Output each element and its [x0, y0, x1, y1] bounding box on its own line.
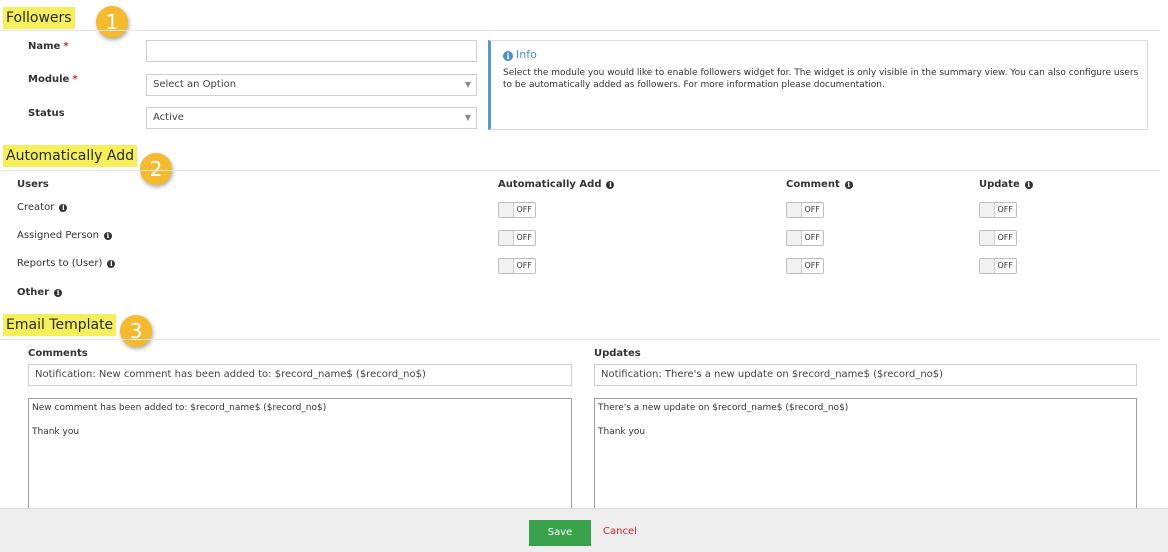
comments-body-textarea[interactable]: New comment has been added to: $record_n…: [28, 398, 572, 510]
toggle-knob: [787, 231, 802, 245]
assigned-person-row-label: Assigned Person i: [17, 230, 113, 241]
toggle-knob: [787, 203, 802, 217]
toggle-knob: [980, 231, 995, 245]
status-select[interactable]: Active ▼: [146, 107, 477, 129]
toggle-knob: [499, 259, 514, 273]
info-panel: i Info Select the module you would like t…: [488, 40, 1148, 130]
toggle-state: OFF: [804, 205, 821, 214]
updates-body-textarea[interactable]: There's a new update on $record_name$ ($…: [594, 398, 1137, 510]
updates-label: Updates: [594, 348, 641, 359]
creator-auto-toggle[interactable]: OFF: [498, 202, 536, 218]
reports-to-row-label: Reports to (User) i: [17, 258, 116, 269]
toggle-state: OFF: [804, 233, 821, 242]
info-icon: i: [59, 204, 68, 212]
comments-label: Comments: [28, 348, 88, 359]
info-icon: i: [503, 51, 513, 61]
comment-column-text: Comment: [786, 179, 840, 190]
step-badge-1: 1: [96, 6, 128, 38]
toggle-state: OFF: [516, 205, 533, 214]
other-label-text: Other: [17, 287, 50, 298]
creator-comment-toggle[interactable]: OFF: [786, 202, 824, 218]
automatically-add-divider: [0, 170, 1160, 171]
automatically-add-section-title: Automatically Add: [3, 145, 137, 167]
info-description: Select the module you would like to enab…: [503, 68, 1139, 90]
creator-label-text: Creator: [17, 202, 55, 213]
info-icon: i: [606, 181, 615, 189]
comment-column-header: Comment i: [786, 179, 853, 190]
info-title: i Info: [503, 48, 537, 61]
assigned-person-update-toggle[interactable]: OFF: [979, 230, 1017, 246]
toggle-state: OFF: [516, 233, 533, 242]
module-label: Module *: [28, 74, 78, 85]
users-column-header: Users: [17, 179, 49, 190]
module-select-value: Select an Option: [153, 79, 237, 90]
creator-row-label: Creator i: [17, 202, 68, 213]
toggle-state: OFF: [997, 261, 1014, 270]
update-column-text: Update: [979, 179, 1020, 190]
updates-subject-input[interactable]: Notification: There's a new update on $r…: [594, 364, 1137, 386]
toggle-knob: [499, 203, 514, 217]
toggle-state: OFF: [997, 205, 1014, 214]
toggle-state: OFF: [804, 261, 821, 270]
module-required-mark: *: [72, 74, 78, 85]
automatically-add-column-text: Automatically Add: [498, 179, 602, 190]
reports-to-comment-toggle[interactable]: OFF: [786, 258, 824, 274]
followers-section-title: Followers: [3, 7, 75, 29]
info-icon: i: [104, 232, 113, 240]
step-badge-2: 2: [140, 153, 172, 185]
info-icon: i: [107, 260, 116, 268]
email-template-section-title: Email Template: [3, 314, 117, 336]
info-icon: i: [1024, 181, 1033, 189]
toggle-knob: [499, 231, 514, 245]
cancel-link[interactable]: Cancel: [603, 526, 637, 537]
toggle-state: OFF: [997, 233, 1014, 242]
toggle-knob: [980, 259, 995, 273]
module-select[interactable]: Select an Option ▼: [146, 74, 477, 96]
info-icon: i: [54, 289, 63, 297]
other-row-label: Other i: [17, 287, 63, 298]
assigned-person-label-text: Assigned Person: [17, 230, 100, 241]
name-label-text: Name: [28, 41, 61, 52]
automatically-add-column-header: Automatically Add i: [498, 179, 615, 190]
reports-to-label-text: Reports to (User): [17, 258, 103, 269]
info-icon: i: [844, 181, 853, 189]
toggle-state: OFF: [516, 261, 533, 270]
name-input[interactable]: [146, 40, 477, 62]
assigned-person-comment-toggle[interactable]: OFF: [786, 230, 824, 246]
status-label: Status: [28, 108, 65, 119]
followers-divider: [0, 30, 1160, 31]
info-title-text: Info: [516, 48, 537, 61]
chevron-down-icon: ▼: [464, 113, 471, 122]
save-button[interactable]: Save: [529, 520, 591, 546]
comments-subject-input[interactable]: Notification: New comment has been added…: [28, 364, 572, 386]
update-column-header: Update i: [979, 179, 1033, 190]
status-select-value: Active: [153, 112, 184, 123]
name-required-mark: *: [63, 41, 69, 52]
reports-to-auto-toggle[interactable]: OFF: [498, 258, 536, 274]
toggle-knob: [980, 203, 995, 217]
name-label: Name *: [28, 41, 69, 52]
step-badge-3: 3: [120, 315, 152, 347]
chevron-down-icon: ▼: [464, 80, 471, 89]
footer-bar: Save Cancel: [0, 508, 1168, 552]
assigned-person-auto-toggle[interactable]: OFF: [498, 230, 536, 246]
creator-update-toggle[interactable]: OFF: [979, 202, 1017, 218]
toggle-knob: [787, 259, 802, 273]
module-label-text: Module: [28, 74, 70, 85]
reports-to-update-toggle[interactable]: OFF: [979, 258, 1017, 274]
email-template-divider: [0, 339, 1160, 340]
